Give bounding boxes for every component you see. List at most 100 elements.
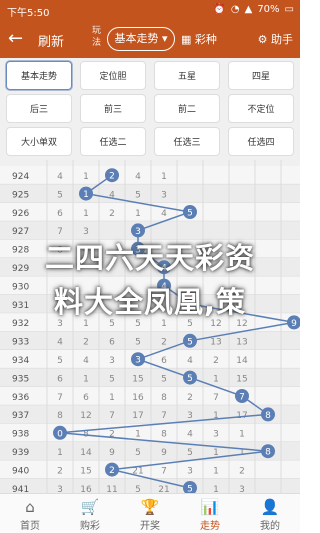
nav-label: 走势: [200, 521, 220, 532]
cell-value: 2: [109, 209, 115, 219]
hit-ball-label: 3: [135, 245, 141, 255]
cell-value: 7: [161, 411, 167, 421]
tab-0-3[interactable]: 四星: [228, 61, 294, 90]
hit-ball-label: 5: [187, 337, 193, 347]
back-arrow-icon[interactable]: ←: [8, 29, 26, 49]
tab-2-0[interactable]: 大小单双: [6, 127, 72, 156]
cell-value: 15: [236, 374, 247, 384]
cell-value: 1: [57, 448, 63, 458]
cell-value: 21: [158, 485, 169, 493]
issue-label: 930: [12, 282, 29, 292]
issue-label: 936: [12, 393, 29, 403]
cell-value: 1: [135, 209, 141, 219]
cell-value: 5: [135, 338, 141, 348]
cell-value: 1: [213, 485, 219, 493]
cell-value: 1: [83, 172, 89, 182]
trend-icon: 📊: [200, 498, 220, 516]
nav-trend[interactable]: 📊 走势: [180, 494, 240, 533]
cell-value: 6: [83, 393, 89, 403]
cell-value: 9: [161, 448, 167, 458]
cell-value: 1: [83, 374, 89, 384]
tab-0-1[interactable]: 定位胆: [80, 61, 146, 90]
issue-label: 925: [12, 190, 29, 200]
issue-label: 932: [12, 319, 29, 329]
tab-grid: 基本走势 定位胆 五星 四星后三 前三 前二 不定位大小单双 任选二 任选三 任选四: [0, 58, 300, 160]
cell-value: 4: [57, 172, 63, 182]
cell-value: 5: [135, 190, 141, 200]
helper-label: 助手: [271, 33, 293, 46]
colorset-label: 彩种: [194, 33, 217, 46]
cell-value: 15: [132, 374, 143, 384]
cart-icon: 🛒: [80, 498, 100, 516]
tab-2-1[interactable]: 任选二: [80, 127, 146, 156]
tab-1-3[interactable]: 不定位: [228, 94, 294, 123]
cell-value: 2: [83, 338, 89, 348]
cell-value: 2: [57, 466, 63, 476]
cell-value: 1: [83, 319, 89, 329]
nav-label: 首页: [20, 521, 40, 532]
hit-ball-label: 4: [161, 282, 167, 292]
issue-label: 926: [12, 209, 29, 219]
tab-0-0[interactable]: 基本走势: [6, 61, 72, 90]
trend-chart: 9244124192551453926612145927739288492993…: [0, 160, 300, 493]
tab-0-2[interactable]: 五星: [154, 61, 220, 90]
hit-ball-label: 4: [161, 264, 167, 274]
cell-value: 16: [80, 485, 92, 493]
tab-1-2[interactable]: 前二: [154, 94, 220, 123]
hit-ball-label: 2: [109, 466, 115, 476]
cell-value: 8: [57, 411, 63, 421]
cell-value: 12: [210, 319, 221, 329]
cell-value: 11: [106, 485, 117, 493]
colorset-button[interactable]: ▦ 彩种: [181, 31, 217, 47]
issue-label: 929: [12, 264, 29, 274]
tab-2-2[interactable]: 任选三: [154, 127, 220, 156]
cell-value: 4: [83, 246, 89, 256]
helper-button[interactable]: ⚙ 助手: [258, 31, 293, 47]
cell-value: 3: [109, 356, 115, 366]
nav-home[interactable]: ⌂ 首页: [0, 494, 60, 533]
user-icon: 👤: [260, 498, 280, 516]
nav-trophy[interactable]: 🏆 开奖: [120, 494, 180, 533]
battery-icon: ▭: [284, 4, 294, 15]
cell-value: 12: [80, 411, 91, 421]
cell-value: 5: [187, 319, 193, 329]
cell-value: 4: [135, 172, 141, 182]
cell-value: 3: [161, 190, 167, 200]
issue-label: 938: [12, 430, 29, 440]
hit-ball-label: 3: [135, 227, 141, 237]
mode-select-label: 基本走势: [114, 32, 159, 45]
cell-value: 1: [213, 466, 219, 476]
hit-ball-label: 0: [57, 429, 63, 439]
nav-user[interactable]: 👤 我的: [240, 494, 300, 533]
cell-value: 7: [161, 466, 167, 476]
cell-value: 2: [239, 466, 245, 476]
refresh-button[interactable]: 刷新: [38, 31, 64, 50]
status-time: 下午5:50: [7, 8, 50, 19]
alarm-icon: ⏰: [213, 4, 226, 15]
cell-value: 8: [57, 246, 63, 256]
nav-cart[interactable]: 🛒 购彩: [60, 494, 120, 533]
trophy-icon: 🏆: [140, 498, 160, 516]
tab-1-0[interactable]: 后三: [6, 94, 72, 123]
tab-1-1[interactable]: 前三: [80, 94, 146, 123]
nav-label: 我的: [260, 521, 280, 532]
cell-value: 7: [57, 227, 63, 237]
issue-label: 928: [12, 246, 29, 256]
play-label: 玩法: [92, 26, 102, 48]
signal-icon: ▲: [244, 4, 253, 15]
cell-value: 13: [236, 338, 247, 348]
cell-value: 1: [239, 430, 245, 440]
cell-value: 7: [57, 393, 63, 403]
hit-ball-label: 8: [265, 448, 271, 458]
issue-label: 939: [12, 448, 29, 458]
cell-value: 1: [161, 172, 167, 182]
hit-ball-label: 5: [187, 209, 193, 219]
mode-select[interactable]: 基本走势 ▾: [107, 27, 175, 51]
issue-label: 927: [12, 227, 29, 237]
tab-2-3[interactable]: 任选四: [228, 127, 294, 156]
cell-value: 5: [109, 319, 115, 329]
cell-value: 6: [57, 209, 63, 219]
hit-ball-label: 5: [187, 301, 193, 311]
status-bar: 下午5:50 ⏰ ◔ ▲ 70% ▭: [0, 0, 300, 20]
cell-value: 16: [132, 393, 144, 403]
